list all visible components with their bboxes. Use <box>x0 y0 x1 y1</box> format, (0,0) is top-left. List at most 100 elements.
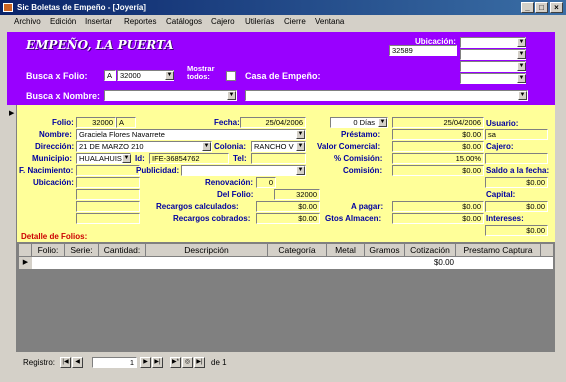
menu-catalogos[interactable]: Catálogos <box>166 15 202 29</box>
cajero-label: Cajero: <box>486 142 514 151</box>
record-count: de 1 <box>211 358 227 367</box>
ubicacion-line-3[interactable] <box>76 201 140 212</box>
maximize-button[interactable]: □ <box>535 2 548 13</box>
record-navigation: Registro: |◀ ◀ 1 ▶ ▶| ▶* ◎ ▶| de 1 <box>7 352 555 374</box>
menu-cierre[interactable]: Cierre <box>284 15 306 29</box>
chevron-down-icon[interactable]: ▼ <box>296 130 305 139</box>
chevron-down-icon[interactable]: ▼ <box>227 91 236 100</box>
fecha-field[interactable]: 25/04/2006 <box>240 117 306 128</box>
menu-archivo[interactable]: Archivo <box>14 15 41 29</box>
intereses-field[interactable]: $0.00 <box>485 225 548 236</box>
nombre-select[interactable]: Graciela Flores Navarrete <box>76 129 306 140</box>
search-record-icon[interactable]: ◎ <box>182 357 193 368</box>
saldo-field[interactable]: $0.00 <box>485 177 548 188</box>
direccion-select[interactable]: 21 DE MARZO 210 <box>76 141 212 152</box>
detalle-folios-label: Detalle de Folios: <box>21 232 88 241</box>
publicidad-select[interactable] <box>181 165 306 176</box>
valor-comercial-field[interactable]: $0.00 <box>392 141 484 152</box>
chevron-down-icon[interactable]: ▼ <box>378 118 387 127</box>
folio-suffix[interactable]: A <box>116 117 136 128</box>
intereses-label: Intereses: <box>486 214 524 223</box>
capital-field[interactable]: $0.00 <box>485 201 548 212</box>
a-pagar-field[interactable]: $0.00 <box>392 201 484 212</box>
casa-empeno-select[interactable] <box>245 90 528 101</box>
folio-prefix-field[interactable]: A <box>104 70 116 81</box>
menu-ventana[interactable]: Ventana <box>315 15 344 29</box>
last-record-alt-icon[interactable]: ▶| <box>194 357 205 368</box>
chevron-down-icon[interactable]: ▼ <box>165 71 174 80</box>
col-categoria[interactable]: Categoría <box>268 244 327 256</box>
ubicacion-line-2[interactable] <box>76 189 140 200</box>
menu-edicion[interactable]: Edición <box>50 15 76 29</box>
row-cotizacion[interactable]: $0.00 <box>405 257 456 269</box>
col-serie[interactable]: Serie: <box>65 244 99 256</box>
cajero-field[interactable] <box>485 153 548 164</box>
fecha-nacimiento-field[interactable] <box>76 165 140 176</box>
prev-record-icon[interactable]: ◀ <box>72 357 83 368</box>
chevron-down-icon[interactable]: ▼ <box>517 50 526 59</box>
comision-pct-field[interactable]: 15.00% <box>392 153 484 164</box>
recargos-calculados-field[interactable]: $0.00 <box>256 201 320 212</box>
fecha-label: Fecha: <box>214 118 240 127</box>
renovacion-field[interactable]: 0 <box>256 177 276 188</box>
ubicacion-line-1[interactable] <box>76 177 140 188</box>
del-folio-field[interactable]: 32000 <box>274 189 320 200</box>
folio-number[interactable]: 32000 <box>76 117 116 128</box>
chevron-down-icon[interactable]: ▼ <box>517 38 526 47</box>
comision-pct-label: % Comisión: <box>334 154 383 163</box>
close-button[interactable]: × <box>550 2 563 13</box>
col-cantidad[interactable]: Cantidad: <box>99 244 146 256</box>
gtos-almacen-field[interactable]: $0.00 <box>392 213 484 224</box>
ubicacion-field[interactable]: 32589 <box>389 45 457 56</box>
menu-cajero[interactable]: Cajero <box>211 15 235 29</box>
usuario-field[interactable]: sa <box>485 129 548 140</box>
gtos-almacen-label: Gtos Almacen: <box>325 214 382 223</box>
col-folio[interactable]: Folio: <box>32 244 65 256</box>
direccion-label: Dirección: <box>35 142 75 151</box>
saldo-label: Saldo a la fecha: <box>486 166 550 175</box>
registro-label: Registro: <box>23 358 56 367</box>
new-record-icon[interactable]: ▶* <box>170 357 181 368</box>
menu-bar: Archivo Edición Insertar Reportes Catálo… <box>0 15 566 29</box>
chevron-down-icon[interactable]: ▼ <box>518 91 527 100</box>
menu-utilerias[interactable]: Utilerías <box>245 15 274 29</box>
grid-new-row[interactable]: ▶ $0.00 <box>19 257 553 269</box>
title-bar: Sic Boletas de Empeño - [Joyería] _ □ × <box>0 0 566 15</box>
window-title: Sic Boletas de Empeño - [Joyería] <box>17 3 146 12</box>
menu-reportes[interactable]: Reportes <box>124 15 156 29</box>
last-record-icon[interactable]: ▶| <box>152 357 163 368</box>
col-prestamo-captura[interactable]: Prestamo Captura <box>456 244 541 256</box>
colonia-label: Colonia: <box>214 142 246 151</box>
busca-nombre-select[interactable] <box>104 90 237 101</box>
casa-empeno-label: Casa de Empeño: <box>245 71 321 81</box>
mostrar-todos-checkbox[interactable] <box>226 71 236 81</box>
next-record-icon[interactable]: ▶ <box>140 357 151 368</box>
record-number-field[interactable]: 1 <box>92 357 137 368</box>
col-descripcion[interactable]: Descripción <box>146 244 268 256</box>
prestamo-field[interactable]: $0.00 <box>392 129 484 140</box>
id-field[interactable]: IFE-36854762 <box>149 153 229 164</box>
fecha2-field[interactable]: 25/04/2006 <box>392 117 484 128</box>
col-metal[interactable]: Metal <box>327 244 365 256</box>
recargos-cobrados-field[interactable]: $0.00 <box>256 213 320 224</box>
chevron-down-icon[interactable]: ▼ <box>296 142 305 151</box>
chevron-down-icon[interactable]: ▼ <box>202 142 211 151</box>
renovacion-label: Renovación: <box>205 178 254 187</box>
chevron-down-icon[interactable]: ▼ <box>517 74 526 83</box>
minimize-button[interactable]: _ <box>521 2 534 13</box>
del-folio-label: Del Folio: <box>217 190 254 199</box>
record-selector[interactable] <box>7 105 17 374</box>
first-record-icon[interactable]: |◀ <box>60 357 71 368</box>
col-cotizacion[interactable]: Cotización <box>405 244 456 256</box>
chevron-down-icon[interactable]: ▼ <box>517 62 526 71</box>
chevron-down-icon[interactable]: ▼ <box>122 154 131 163</box>
app-icon <box>3 3 13 12</box>
comision-label: Comisión: <box>343 166 383 175</box>
col-gramos[interactable]: Gramos <box>365 244 405 256</box>
ubicacion-line-4[interactable] <box>76 213 140 224</box>
tel-field[interactable] <box>251 153 306 164</box>
chevron-down-icon[interactable]: ▼ <box>296 166 305 175</box>
menu-insertar[interactable]: Insertar <box>85 15 112 29</box>
comision-field[interactable]: $0.00 <box>392 165 484 176</box>
busca-nombre-label: Busca x Nombre: <box>26 91 101 101</box>
